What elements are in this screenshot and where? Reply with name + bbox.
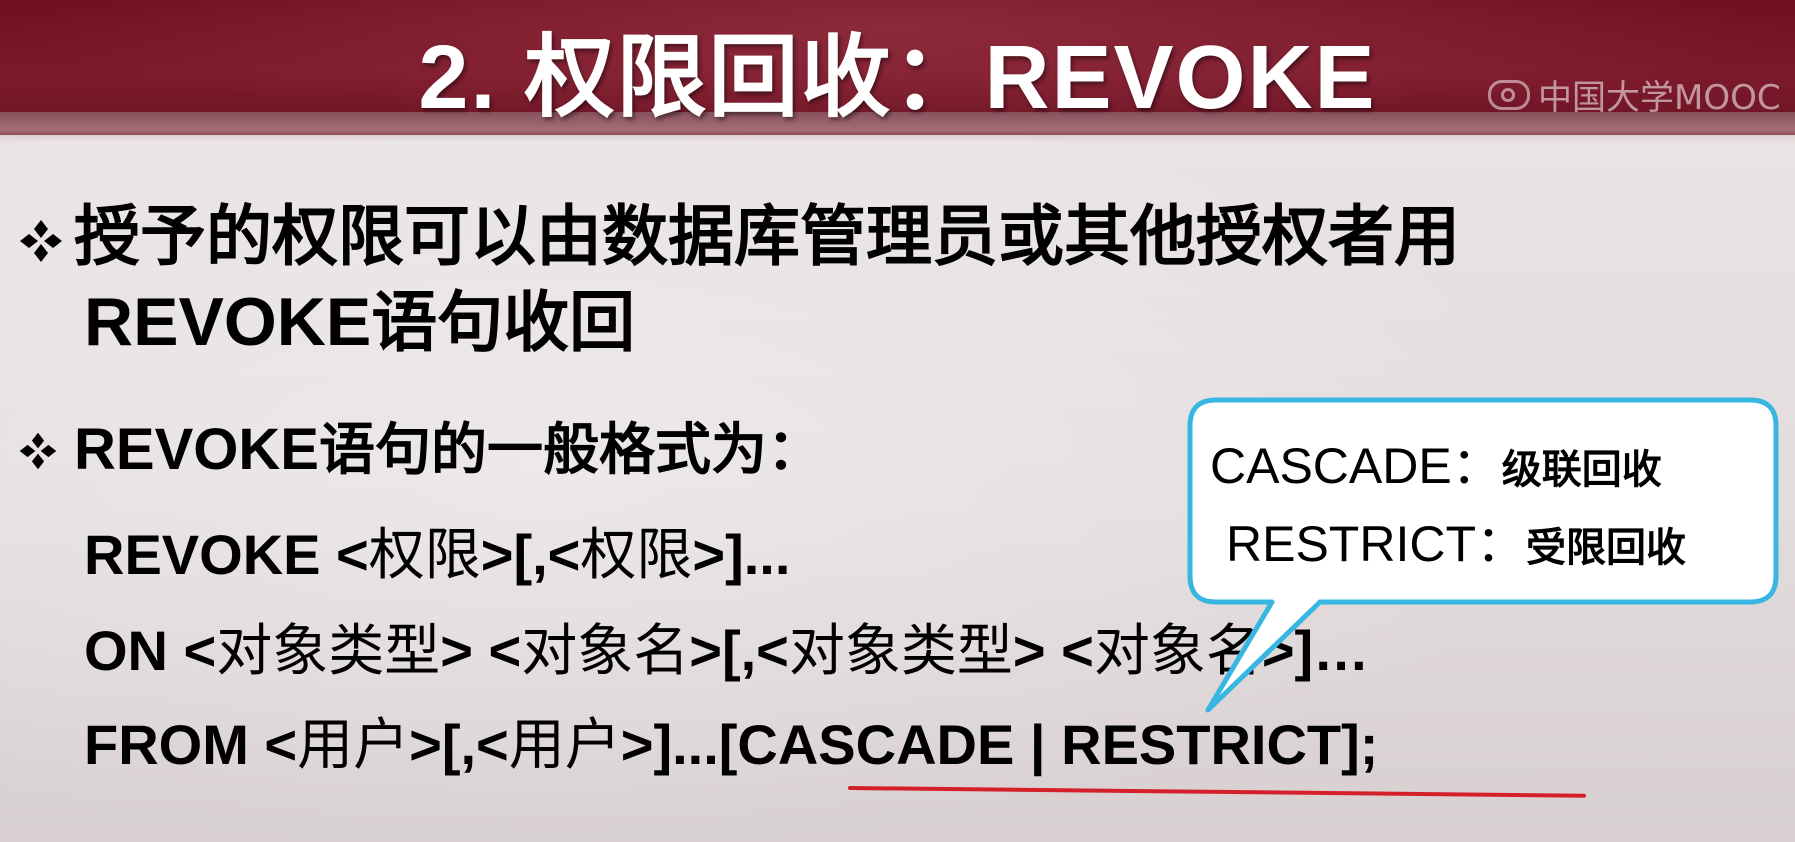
bullet-1-text-2: 语句收回 [371,284,636,361]
syntax-line-on: ON <对象类型> <对象名>[,<对象类型> <对象名>]… [84,616,1369,687]
syntax-segment: ON < [84,619,217,682]
bullet-2-text: 语句的一般格式为： [318,418,823,483]
bullet-2: REVOKE语句的一般格式为： [18,415,823,486]
bullet-1-keyword: REVOKE [84,284,372,360]
syntax-segment: 对象名 [521,619,690,684]
syntax-segment: >[,< [480,523,581,586]
callout-cascade-meaning: 级联回收 [1501,446,1662,493]
diamond-bullet-icon [18,431,64,477]
bullet-1-line-2: REVOKE语句收回 [84,282,635,363]
mooc-watermark: 中国大学MOOC [1488,70,1781,119]
syntax-segment: 对象类型 [788,619,1013,684]
slide: 2. 权限回收：REVOKE 中国大学MOOC 授予的权限可以由数据库管理员或其… [0,0,1795,842]
bullet-2-keyword: REVOKE [74,417,319,482]
syntax-segment: 用户 [508,713,621,778]
syntax-segment: REVOKE < [84,523,369,586]
cascade-restrict-underline [847,786,1586,798]
syntax-segment: >[,< [689,619,789,682]
syntax-segment: > < [1012,619,1094,682]
syntax-segment: 权限 [368,523,481,588]
bullet-1-text-1: 授予的权限可以由数据库管理员或其他授权者用 [74,198,1460,275]
watermark-text: 中国大学MOOC [1538,78,1781,118]
diamond-bullet-icon [18,218,64,264]
syntax-line-revoke: REVOKE <权限>[,<权限>]... [84,520,790,591]
syntax-segment: >[,< [409,713,509,776]
syntax-segment: 对象类型 [216,619,441,684]
syntax-segment: > < [440,619,522,682]
callout-restrict-term: RESTRICT： [1226,516,1526,572]
syntax-segment: FROM < [84,713,298,776]
callout-cascade: CASCADE：级联回收 [1210,436,1662,500]
callout-restrict: RESTRICT：受限回收 [1226,514,1686,578]
callout-cascade-term: CASCADE： [1210,438,1502,494]
syntax-segment: 权限 [580,523,693,588]
bullet-1-line-1: 授予的权限可以由数据库管理员或其他授权者用 [18,197,1460,277]
mooc-logo-icon [1488,79,1530,110]
syntax-segment: >]... [692,523,791,586]
callout-restrict-meaning: 受限回收 [1526,524,1686,571]
syntax-segment: 用户 [297,713,410,778]
